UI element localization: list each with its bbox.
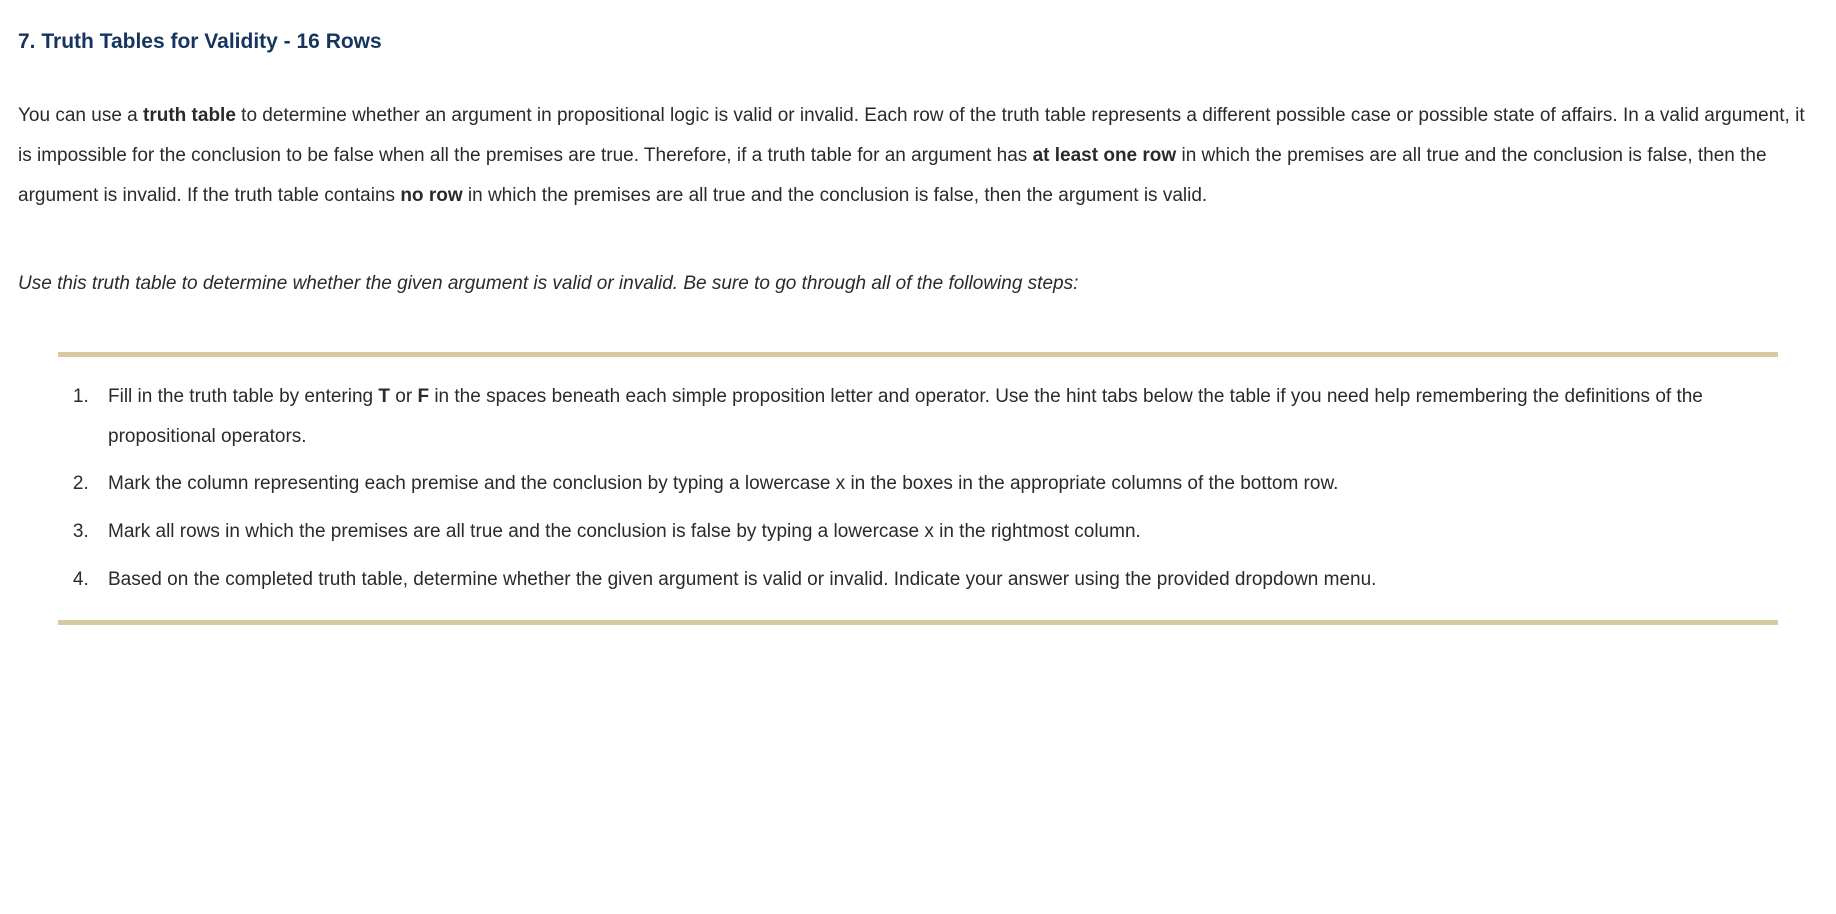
step-3-text: Mark all rows in which the premises are …: [108, 521, 1141, 542]
step-2-text: Mark the column representing each premis…: [108, 473, 1338, 494]
step-1-mid-1: or: [390, 386, 417, 407]
step-4-text: Based on the completed truth table, dete…: [108, 569, 1376, 590]
step-1-text-before: Fill in the truth table by entering: [108, 386, 378, 407]
intro-text-1: You can use a: [18, 105, 143, 126]
intro-bold-2: at least one row: [1033, 145, 1177, 166]
intro-text-4: in which the premises are all true and t…: [463, 185, 1208, 206]
intro-paragraph: You can use a truth table to determine w…: [18, 96, 1818, 216]
step-4: Based on the completed truth table, dete…: [94, 560, 1778, 600]
step-1-bold-2: F: [417, 386, 429, 407]
step-1-bold-1: T: [378, 386, 390, 407]
step-1: Fill in the truth table by entering T or…: [94, 377, 1778, 457]
section-heading: 7. Truth Tables for Validity - 16 Rows: [18, 20, 1818, 64]
instructions-lead: Use this truth table to determine whethe…: [18, 264, 1818, 304]
steps-list: Fill in the truth table by entering T or…: [58, 377, 1778, 600]
intro-bold-3: no row: [400, 185, 462, 206]
step-3: Mark all rows in which the premises are …: [94, 512, 1778, 552]
steps-container: Fill in the truth table by entering T or…: [58, 352, 1778, 625]
intro-bold-1: truth table: [143, 105, 236, 126]
step-2: Mark the column representing each premis…: [94, 464, 1778, 504]
